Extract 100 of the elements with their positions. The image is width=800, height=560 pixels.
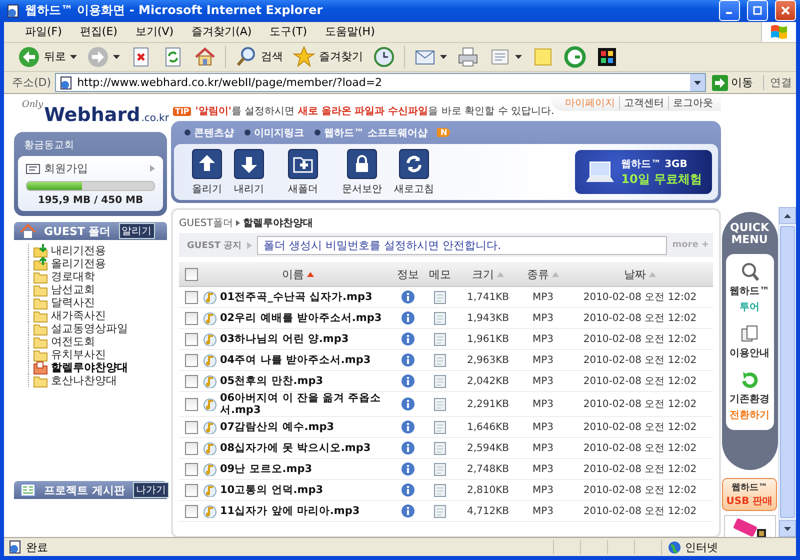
top-link[interactable]: 로그아웃	[668, 96, 717, 110]
close-button[interactable]	[775, 0, 796, 22]
info-icon[interactable]	[401, 504, 415, 518]
up-caret-icon	[784, 214, 791, 218]
folder-item[interactable]: 새가족사진	[28, 309, 167, 322]
promo-banner[interactable]: 웹하드™ 3GB 10일 무료체험	[575, 150, 712, 194]
search-button[interactable]: 검색	[231, 44, 287, 70]
memo-icon[interactable]	[434, 354, 446, 367]
info-icon[interactable]	[401, 332, 415, 346]
memo-icon[interactable]	[434, 420, 446, 434]
file-name[interactable]: 03하나님의 어린 양.mp3	[220, 333, 349, 346]
scrollbar[interactable]	[778, 207, 796, 538]
house-icon	[20, 224, 36, 238]
file-name[interactable]: 02우리 예배를 받아주소서.mp3	[220, 312, 382, 324]
table-cell: MP3	[519, 370, 567, 392]
upload-button[interactable]: 올리기	[186, 148, 228, 196]
row-checkbox[interactable]	[184, 420, 198, 434]
memo-icon[interactable]	[434, 398, 446, 411]
row-checkbox[interactable]	[184, 290, 198, 304]
info-icon[interactable]	[401, 420, 415, 434]
usb-sale-button[interactable]: 웹하드™ USB 판매	[722, 478, 777, 512]
file-name[interactable]: 01전주곡_수난곡 십자가.mp3	[220, 291, 372, 304]
menu-item[interactable]: 파일(F)	[16, 22, 71, 42]
table-cell: 1,961KB	[457, 328, 519, 350]
links-label[interactable]: 연결	[763, 75, 792, 90]
go-button[interactable]: 이동	[710, 74, 759, 91]
menu-item[interactable]: 즐겨찾기(A)	[182, 22, 261, 42]
file-name[interactable]: 04주여 나를 받아주소서.mp3	[220, 354, 371, 366]
row-checkbox[interactable]	[184, 398, 198, 411]
memo-icon[interactable]	[434, 374, 446, 388]
info-icon[interactable]	[401, 311, 415, 326]
table-cell: MP3	[519, 308, 567, 329]
info-icon[interactable]	[401, 441, 415, 456]
row-checkbox[interactable]	[184, 332, 198, 346]
folder-item[interactable]: 달력사진	[28, 296, 167, 310]
folder-item[interactable]: 여전도회	[28, 335, 167, 348]
memo-icon[interactable]	[434, 484, 446, 497]
memo-icon[interactable]	[434, 504, 446, 518]
folder-item[interactable]: 설교동영상파일	[28, 322, 167, 336]
file-name[interactable]: 08십자가에 못 박으시오.mp3	[220, 442, 371, 454]
lock-button[interactable]: 문서보안	[336, 148, 388, 196]
memo-icon[interactable]	[434, 332, 446, 346]
folder-down-arrow-icon	[33, 244, 48, 258]
back-button[interactable]: 뒤로	[14, 44, 81, 70]
tip-text: '알림이'를 설정하시면 새로 올라온 파일과 수신파일을 바로 확인할 수 있답니다.	[195, 105, 554, 118]
info-icon[interactable]	[401, 290, 415, 304]
row-checkbox[interactable]	[184, 442, 198, 455]
folder-item[interactable]: 올리기전용	[28, 257, 167, 270]
file-name[interactable]: 05천후의 만찬.mp3	[220, 375, 324, 388]
table-cell: MP3	[519, 458, 567, 480]
select-all-checkbox[interactable]	[184, 268, 198, 282]
memo-icon[interactable]	[434, 462, 446, 476]
favorites-button[interactable]: 즐겨찾기	[289, 44, 367, 70]
row-checkbox[interactable]	[184, 312, 198, 325]
file-name[interactable]: 07감람산의 예수.mp3	[220, 421, 334, 434]
quick-menu-item[interactable]: 웹하드™ 투어	[730, 262, 770, 314]
table-cell: MP3	[519, 438, 567, 459]
breadcrumb-item[interactable]: GUEST폴더	[179, 216, 233, 230]
memo-icon[interactable]	[434, 442, 446, 455]
memo-icon[interactable]	[434, 290, 446, 304]
folder-item[interactable]: 유치부사진	[28, 348, 167, 362]
top-link[interactable]: 고객센터	[619, 96, 668, 110]
exit-button[interactable]: 나가기	[132, 482, 169, 498]
row-checkbox[interactable]	[184, 462, 198, 476]
column-header[interactable]: 이름	[282, 266, 304, 282]
new-folder-button[interactable]: 새폴더	[282, 148, 324, 196]
refresh-button[interactable]: 새로고침	[388, 148, 440, 196]
menu-item[interactable]: 편집(E)	[70, 22, 126, 42]
info-icon[interactable]	[401, 462, 415, 476]
folder-item[interactable]: 경로대학	[28, 270, 167, 284]
file-name[interactable]: 09난 모르오.mp3	[220, 463, 312, 476]
row-checkbox[interactable]	[184, 374, 198, 388]
memo-icon[interactable]	[434, 312, 446, 325]
menu-item[interactable]: 도구(T)	[260, 22, 316, 42]
folder-item[interactable]: 할렐루야찬양대	[28, 361, 167, 374]
column-header[interactable]: 날짜	[624, 266, 646, 282]
info-icon[interactable]	[401, 483, 415, 498]
join-link[interactable]: 회원가입	[44, 161, 146, 176]
file-name[interactable]: 10고통의 언덕.mp3	[220, 484, 324, 496]
quick-menu-item[interactable]: 이용안내	[730, 324, 770, 360]
info-icon[interactable]	[401, 397, 415, 412]
file-name[interactable]: 11십자가 앞에 마리아.mp3	[220, 505, 360, 518]
breadcrumb-item[interactable]: 할렐루야찬양대	[242, 216, 313, 230]
quick-menu-item[interactable]: 기존환경 전환하기	[730, 370, 770, 422]
minimize-button[interactable]	[719, 0, 740, 22]
maximize-button[interactable]	[747, 0, 768, 22]
row-checkbox[interactable]	[184, 354, 198, 367]
row-checkbox[interactable]	[184, 484, 198, 497]
file-name[interactable]: 06아버지여 이 잔을 옮겨 주옵소서.mp3	[220, 392, 393, 416]
folder-item[interactable]: 남선교회	[28, 283, 167, 296]
menu-item[interactable]: 보기(V)	[126, 22, 183, 42]
folder-item[interactable]: 호산나찬양대	[28, 374, 167, 388]
row-checkbox[interactable]	[184, 504, 198, 518]
info-icon[interactable]	[401, 374, 415, 388]
info-icon[interactable]	[401, 353, 415, 368]
download-button[interactable]: 내리기	[228, 148, 270, 196]
address-field[interactable]: http://www.webhard.co.kr/webII/page/member/?load=2	[55, 73, 706, 92]
notify-button[interactable]: 알리기	[118, 223, 155, 240]
menu-item[interactable]: 도움말(H)	[316, 22, 384, 42]
folder-item[interactable]: 내리기전용	[28, 244, 167, 258]
